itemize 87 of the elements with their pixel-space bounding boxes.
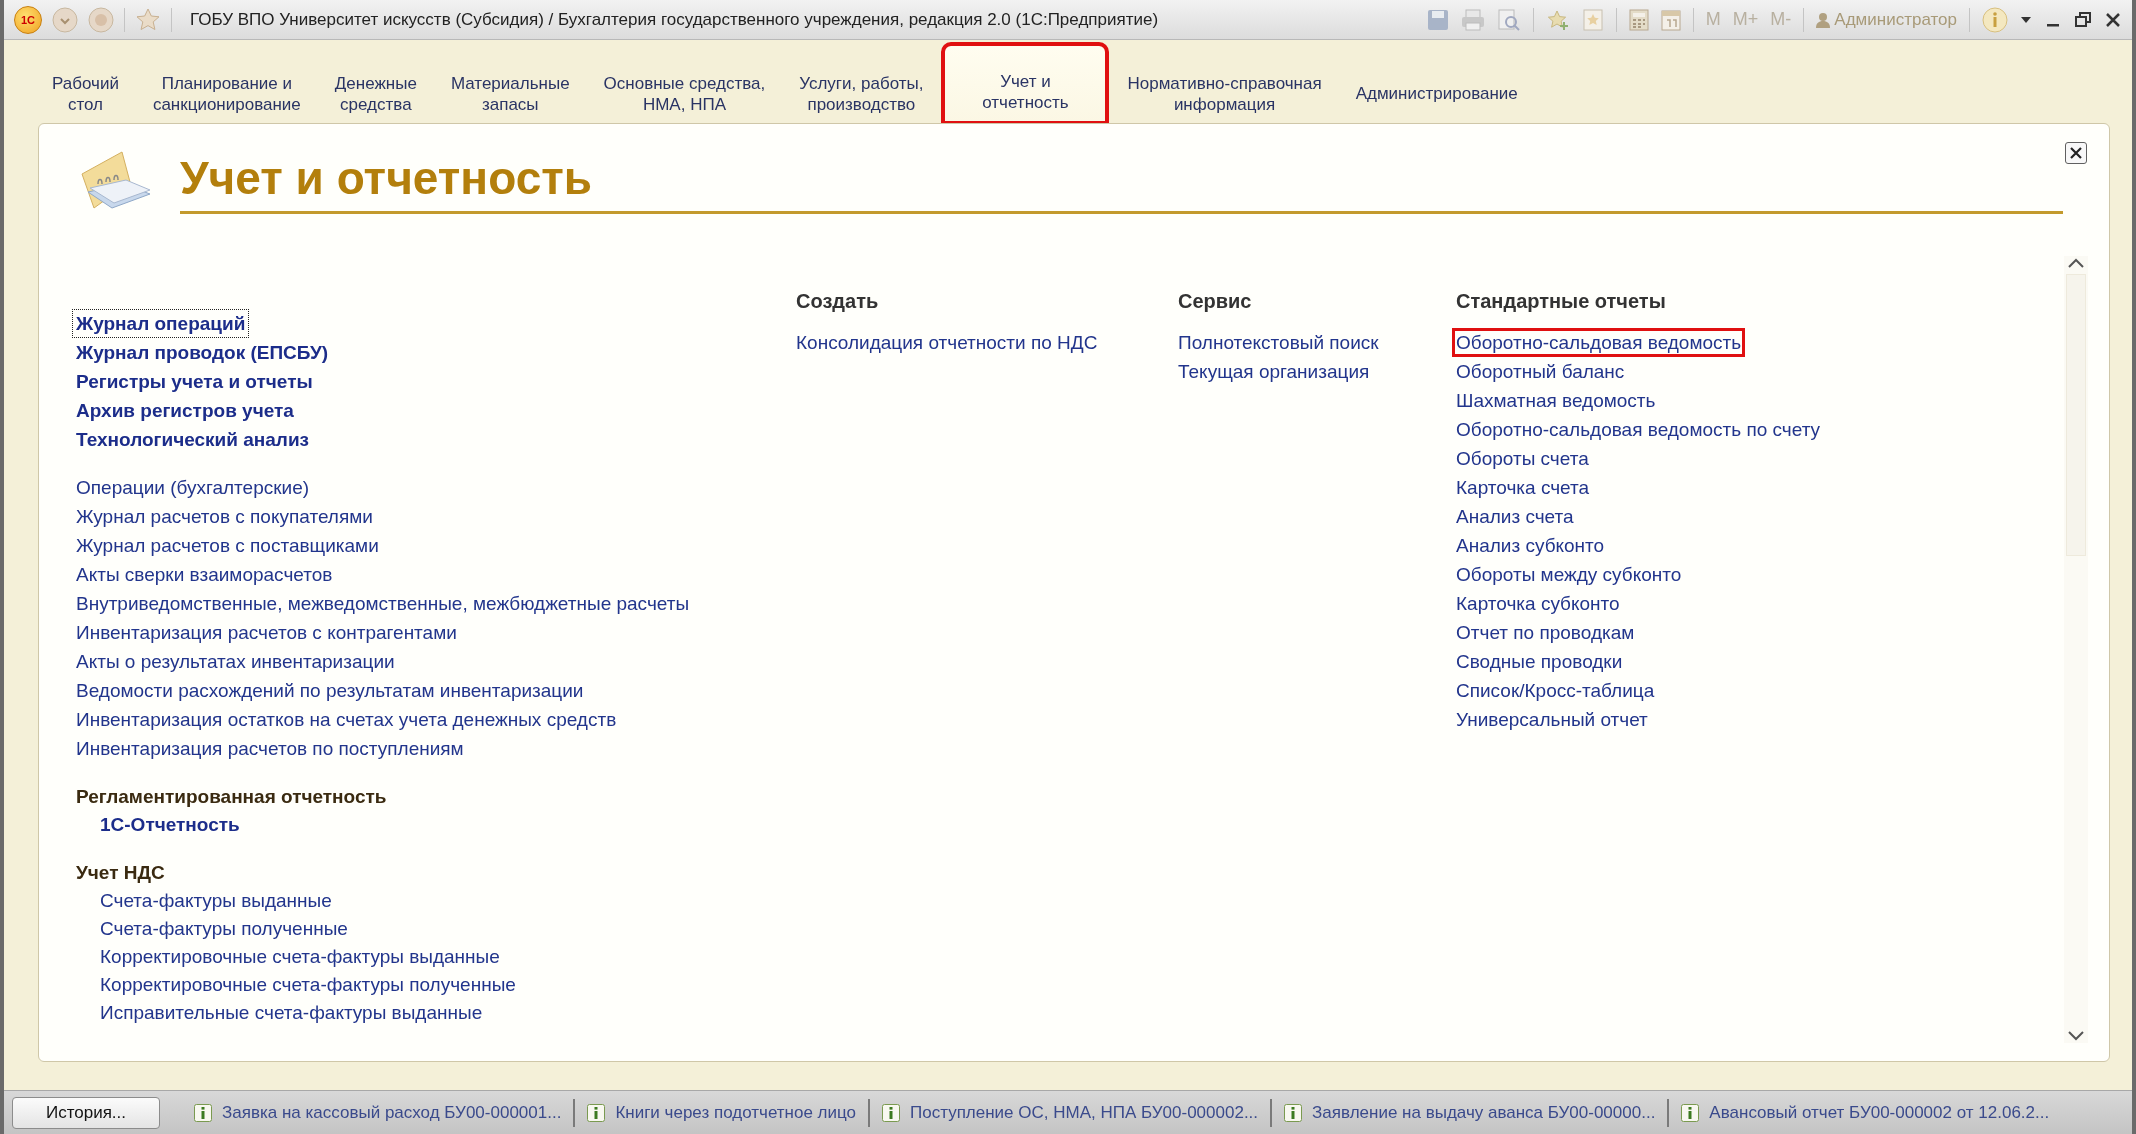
column-heading: Создать (796, 289, 879, 314)
menu-link[interactable]: Архив регистров учета (72, 396, 298, 425)
menu-link[interactable]: Консолидация отчетности по НДС (792, 328, 1102, 357)
info-icon (194, 1103, 212, 1122)
close-button[interactable] (2065, 142, 2087, 164)
menu-link[interactable]: Регистры учета и отчеты (72, 367, 317, 396)
menu-link[interactable]: Журнал проводок (ЕПСБУ) (72, 338, 333, 367)
menu-link[interactable]: Журнал расчетов с покупателями (72, 502, 377, 531)
history-button[interactable]: История... (12, 1096, 160, 1129)
tab[interactable]: Учет и отчетность (943, 44, 1108, 123)
print-preview-icon[interactable] (1496, 8, 1521, 31)
tab[interactable]: Нормативно-справочная информация (1113, 44, 1336, 123)
taskbar-item[interactable]: Книги через подотчетное лицо (615, 1102, 856, 1123)
menu-link[interactable]: Карточка субконто (1452, 589, 1624, 618)
menu-link[interactable]: Анализ счета (1452, 502, 1578, 531)
menu-link[interactable]: Операции (бухгалтерские) (72, 473, 314, 502)
menu-link[interactable]: Счета-фактуры полученные (96, 915, 352, 943)
info-icon[interactable] (1982, 6, 2008, 33)
menu-link[interactable]: Акты о результатах инвентаризации (72, 647, 399, 676)
calculator-icon[interactable] (1628, 8, 1649, 31)
tab[interactable]: Рабочий стол (38, 44, 133, 123)
menu-link[interactable]: Универсальный отчет (1452, 705, 1652, 734)
column-heading: Сервис (1178, 289, 1252, 314)
save-icon[interactable] (1426, 8, 1449, 31)
taskbar-item[interactable]: Заявка на кассовый расход БУ00-000001... (222, 1102, 562, 1123)
restore-icon[interactable] (2074, 10, 2092, 29)
scroll-thumb[interactable] (2066, 274, 2086, 556)
menu-link[interactable]: Карточка счета (1452, 473, 1594, 502)
favorites-icon[interactable] (1581, 8, 1604, 31)
menu-link[interactable]: Обороты между субконто (1452, 560, 1686, 589)
menu-link[interactable]: Оборотный баланс (1452, 357, 1629, 386)
info-icon (587, 1103, 606, 1122)
taskbar-item[interactable]: Поступление ОС, НМА, НПА БУ00-000002... (910, 1102, 1259, 1123)
menu-link[interactable]: Внутриведомственные, межведомственные, межбюджетные расчеты (72, 589, 694, 618)
info-icon (1681, 1103, 1700, 1122)
menu-link[interactable]: Корректировочные счета-фактуры полученные (96, 971, 520, 999)
info-icon (882, 1103, 900, 1122)
menu-link[interactable]: Ведомости расхождений по результатам инвентаризации (72, 676, 588, 705)
menu-link[interactable]: Журнал расчетов с поставщиками (72, 531, 383, 560)
menu-link[interactable]: Полнотекстовый поиск (1174, 328, 1383, 357)
menu-link[interactable]: Инвентаризация остатков на счетах учета денежных средств (72, 705, 621, 734)
taskbar-item[interactable]: Заявление на выдачу аванса БУ00-00000... (1312, 1102, 1656, 1123)
forward-button-icon[interactable] (88, 6, 114, 33)
window-title: ГОБУ ВПО Университет искусств (Субсидия) / Бухгалтерия государственного учреждения, редакция 2.0 (1С:Предприятие) (190, 9, 1159, 30)
column-heading: Стандартные отчеты (1456, 289, 1666, 314)
menu-link[interactable]: Сводные проводки (1452, 647, 1627, 676)
print-icon[interactable] (1460, 8, 1485, 31)
tab[interactable]: Планирование и санкционирование (138, 44, 315, 123)
menu-link[interactable]: Анализ субконто (1452, 531, 1609, 560)
menu-link[interactable]: Технологический анализ (72, 425, 314, 454)
menu-link[interactable]: Акты сверки взаиморасчетов (72, 560, 337, 589)
scrollbar[interactable] (2064, 256, 2088, 1043)
taskbar-item[interactable]: Авансовый отчет БУ00-000002 от 12.06.2... (1709, 1102, 2050, 1123)
add-favorite-icon[interactable] (1545, 8, 1570, 31)
scroll-up-icon[interactable] (2067, 256, 2085, 270)
close-icon[interactable] (2104, 10, 2122, 29)
menu-link[interactable]: Текущая организация (1174, 357, 1374, 386)
tab[interactable]: Материальные запасы (436, 44, 584, 123)
menu-link[interactable]: Инвентаризация расчетов с контрагентами (72, 618, 461, 647)
back-button-icon[interactable] (52, 6, 78, 33)
info-icon (1284, 1103, 1303, 1122)
user-icon (1816, 11, 1831, 28)
menu-link[interactable]: Оборотно-сальдовая ведомость (1452, 328, 1746, 357)
tab[interactable]: Основные средства, НМА, НПА (589, 44, 780, 123)
subsection-heading: Регламентированная отчетность (76, 785, 387, 809)
menu-link[interactable]: 1С-Отчетность (96, 811, 244, 839)
menu-link[interactable]: Корректировочные счета-фактуры выданные (96, 943, 504, 971)
scroll-down-icon[interactable] (2067, 1029, 2085, 1043)
menu-link[interactable]: Исправительные счета-фактуры выданные (96, 999, 487, 1027)
menu-link[interactable]: Обороты счета (1452, 444, 1593, 473)
subsection-heading: Учет НДС (76, 861, 165, 885)
tab[interactable]: Денежные средства (320, 44, 431, 123)
menu-link[interactable]: Список/Кросс-таблица (1452, 676, 1659, 705)
menu-link[interactable]: Оборотно-сальдовая ведомость по счету (1452, 415, 1825, 444)
page-title: Учет и отчетность (180, 145, 2063, 214)
close-icon (2070, 147, 2082, 159)
tab[interactable]: Администрирование (1341, 44, 1532, 123)
calendar-icon[interactable] (1660, 8, 1681, 31)
menu-link[interactable]: Счета-фактуры выданные (96, 887, 336, 915)
menu-link[interactable]: Инвентаризация расчетов по поступлениям (72, 734, 468, 763)
app-logo: 1С (14, 5, 42, 34)
menu-link[interactable]: Журнал операций (72, 309, 250, 338)
tab[interactable]: Услуги, работы, производство (785, 44, 938, 123)
caret-icon[interactable] (2020, 14, 2032, 25)
menu-link[interactable]: Отчет по проводкам (1452, 618, 1639, 647)
menu-link[interactable]: Шахматная ведомость (1452, 386, 1660, 415)
star-icon[interactable] (135, 6, 161, 33)
